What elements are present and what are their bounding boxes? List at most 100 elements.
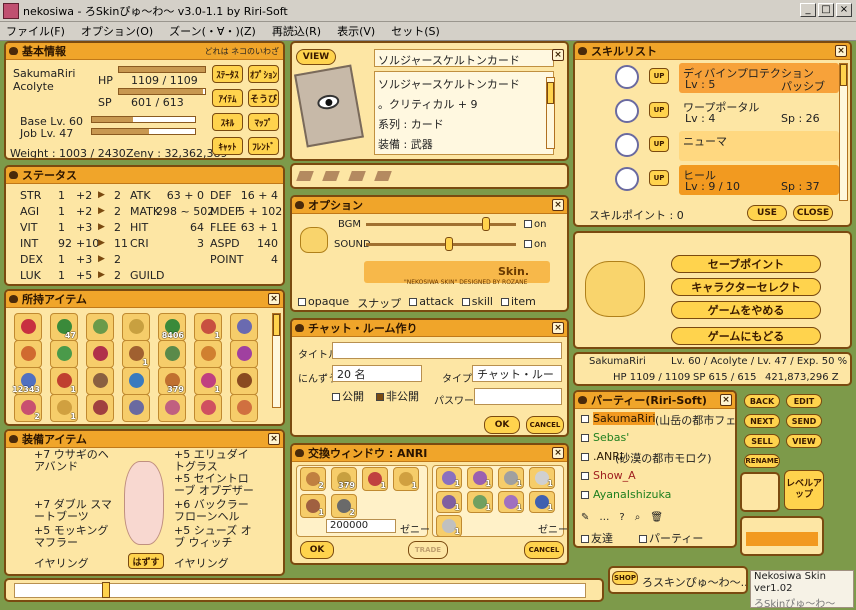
equip-menu-button[interactable]: そうび [248,89,279,107]
party-member-checkbox[interactable] [581,434,589,442]
type-select[interactable]: チャット・ルー [472,365,562,382]
chat-cancel-button[interactable]: CANCEL [526,416,564,434]
opaque-option[interactable]: opaque [298,295,349,310]
trade-button[interactable]: TRADE [408,541,448,559]
card-slot-icon[interactable] [348,171,366,181]
party-member-name[interactable]: AyanaIshizuka [593,488,671,501]
skill-up-button[interactable]: UP [649,68,669,84]
card-slot-icon[interactable] [322,171,340,181]
inventory-slot[interactable] [14,313,42,341]
skill-up-button[interactable]: UP [649,102,669,118]
save-point-button[interactable]: セーブポイント [671,255,821,273]
inventory-slot[interactable] [122,394,150,422]
equip-accessory-right[interactable]: イヤリング [174,555,229,571]
trade-my-slot[interactable]: 1 [300,494,326,518]
next-button[interactable]: NEXT [744,414,780,428]
inventory-slot[interactable] [194,340,222,368]
trade-their-slot[interactable]: 1 [467,467,493,489]
stat-up-arrow-icon[interactable]: ▶ [98,270,105,280]
snap-option[interactable]: スナップ [357,295,401,310]
trade-my-slot[interactable]: 2 [331,494,357,518]
equip-shoes-left[interactable]: +7 ダブル スマートブーツ [34,499,116,523]
shop-button[interactable]: SHOP [612,571,638,585]
stat-up-arrow-icon[interactable]: ▶ [98,238,105,248]
menu-file[interactable]: ファイル(F) [6,23,65,39]
trade-ok-button[interactable]: OK [300,541,334,559]
inventory-slot[interactable]: 1 [194,313,222,341]
trade-zeny-input[interactable]: 200000 [326,519,396,533]
item-option[interactable]: item [501,295,536,310]
menu-reload[interactable]: 再読込(R) [272,23,321,39]
equip-shoes[interactable]: +5 シューズ オブ ウィッチ [174,525,258,549]
party-close-button[interactable]: × [720,394,732,406]
people-select[interactable]: 20 名 [332,365,422,382]
inventory-slot[interactable] [230,340,258,368]
inventory-slot[interactable] [230,313,258,341]
party-search-icon[interactable]: ⌕ [635,512,641,523]
level-up-button[interactable]: レベルアップ [784,470,824,510]
status-header[interactable]: ステータス [6,167,283,184]
trade-my-slot[interactable]: 1 [393,467,419,491]
trade-my-slot[interactable]: 2 [300,467,326,491]
skill-menu-button[interactable]: ｽｷﾙ [212,113,243,131]
skill-icon[interactable] [615,65,639,89]
inventory-slot[interactable] [86,340,114,368]
inventory-slot[interactable] [230,394,258,422]
bgm-slider-knob[interactable] [482,217,490,231]
inventory-slot[interactable] [86,313,114,341]
inventory-slot[interactable] [122,367,150,395]
skill-option[interactable]: skill [461,295,493,310]
remove-equip-button[interactable]: はずす [128,553,164,569]
friends-tab[interactable]: 友達 [581,530,613,546]
option-close-button[interactable]: × [552,199,564,211]
menu-set[interactable]: セット(S) [391,23,440,39]
party-help-icon[interactable]: ? [619,512,624,523]
skill-list-close-button[interactable]: × [835,45,847,57]
card-close-button[interactable]: × [552,49,564,61]
stat-up-arrow-icon[interactable]: ▶ [98,222,105,232]
equip-head-top[interactable]: +7 ウサギのヘアバンド [34,449,116,473]
stat-up-arrow-icon[interactable]: ▶ [98,190,105,200]
stat-up-arrow-icon[interactable]: ▶ [98,206,105,216]
inventory-slot[interactable]: 2 [14,394,42,422]
party-member-name[interactable]: Sebas' [593,431,629,444]
sound-on-checkbox[interactable] [524,240,532,248]
chat-title-input[interactable] [332,342,562,359]
party-header[interactable]: パーティー(Riri-Soft) [575,392,735,409]
trade-header[interactable]: 交換ウィンドウ : ANRI [292,445,567,462]
skill-up-button[interactable]: UP [649,170,669,186]
quit-game-button[interactable]: ゲームをやめる [671,301,821,319]
trade-their-slot[interactable]: 1 [498,491,524,513]
trade-their-slot[interactable]: 1 [498,467,524,489]
friend-menu-button[interactable]: ﾌﾚﾝﾄﾞ [248,137,279,155]
bgm-on-checkbox[interactable] [524,220,532,228]
character-select-button[interactable]: キャラクターセレクト [671,278,821,296]
trade-their-slot[interactable]: 1 [529,467,555,489]
inventory-slot[interactable]: 1 [194,367,222,395]
trade-their-slot[interactable]: 1 [436,491,462,513]
party-trash-icon[interactable]: 🗑 [650,512,663,523]
party-edit-icon[interactable]: ✎ [581,512,589,523]
skill-use-button[interactable]: USE [747,205,787,221]
party-member-checkbox[interactable] [581,415,589,423]
inventory-slot[interactable] [86,394,114,422]
equip-garment[interactable]: +5 モッキングマフラー [34,525,116,549]
sound-slider-knob[interactable] [444,237,453,251]
option-menu-button[interactable]: ｵﾌﾟｼｮﾝ [248,65,279,83]
skill-close-button[interactable]: CLOSE [793,205,833,221]
map-menu-button[interactable]: ﾏｯﾌﾟ [248,113,279,131]
trade-my-slot[interactable]: 1 [362,467,388,491]
inventory-slot[interactable]: 379 [158,367,186,395]
minimize-button[interactable]: _ [800,3,816,17]
card-slot-icon[interactable] [374,171,392,181]
inventory-close-button[interactable]: × [268,293,280,305]
trade-close-button[interactable]: × [552,447,564,459]
rename-button[interactable]: RENAME [744,454,780,468]
menu-view[interactable]: 表示(V) [337,23,375,39]
attack-option[interactable]: attack [409,295,454,310]
edit-button[interactable]: EDIT [786,394,822,408]
close-button[interactable]: × [836,3,852,17]
inventory-slot[interactable] [158,394,186,422]
party-member-checkbox[interactable] [581,491,589,499]
stat-up-arrow-icon[interactable]: ▶ [98,254,105,264]
